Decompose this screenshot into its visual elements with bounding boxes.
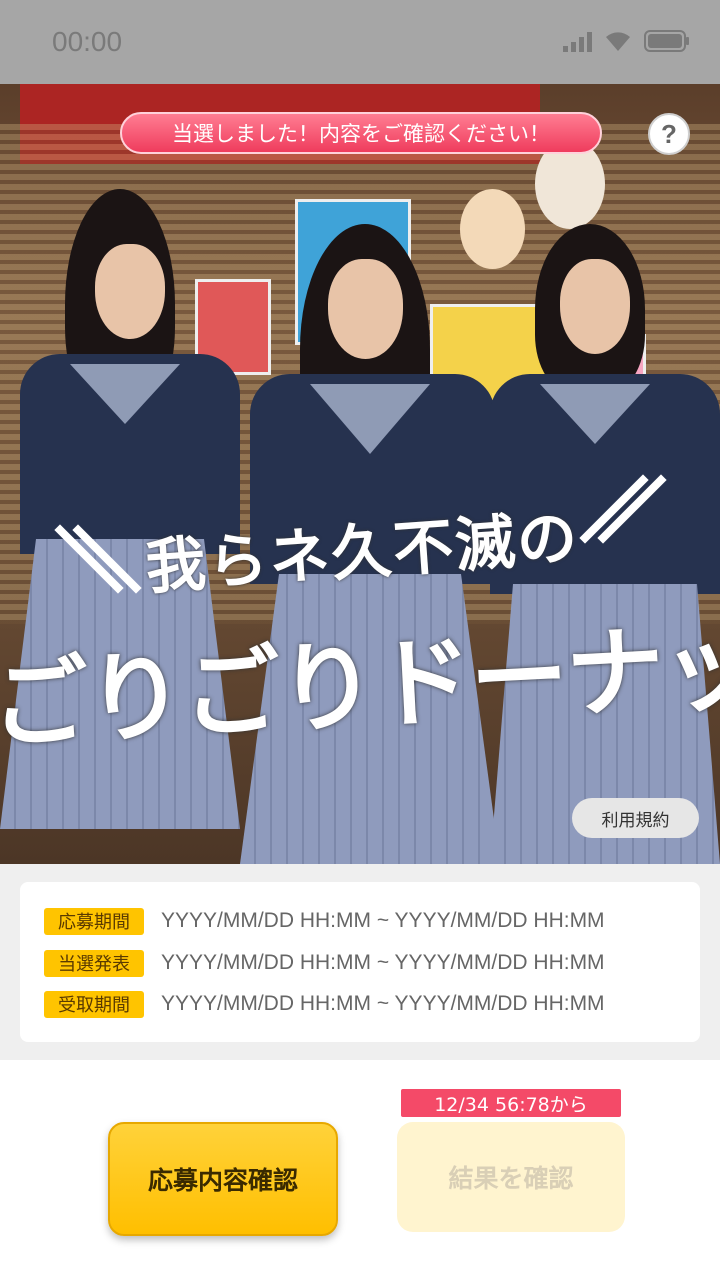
hero-image: 我らネ久不滅の ごりごりドーナッツ (0, 84, 720, 864)
schedule-section: 応募期間 YYYY/MM/DD HH:MM ~ YYYY/MM/DD HH:MM… (0, 864, 720, 1060)
schedule-row: 当選発表 YYYY/MM/DD HH:MM ~ YYYY/MM/DD HH:MM (44, 948, 605, 978)
schedule-value: YYYY/MM/DD HH:MM ~ YYYY/MM/DD HH:MM (161, 909, 605, 932)
schedule-label: 当選発表 (44, 949, 144, 977)
status-time: 00:00 (52, 26, 123, 57)
schedule-card: 応募期間 YYYY/MM/DD HH:MM ~ YYYY/MM/DD HH:MM… (20, 882, 700, 1042)
wifi-icon (604, 30, 632, 52)
status-icons (563, 30, 690, 52)
battery-icon (644, 30, 690, 52)
schedule-label: 応募期間 (44, 907, 144, 935)
signal-icon (563, 30, 592, 52)
check-result-button[interactable]: 結果を確認 (397, 1122, 625, 1232)
schedule-value: YYYY/MM/DD HH:MM ~ YYYY/MM/DD HH:MM (161, 951, 605, 974)
help-button[interactable]: ? (648, 113, 690, 155)
schedule-row: 受取期間 YYYY/MM/DD HH:MM ~ YYYY/MM/DD HH:MM (44, 989, 605, 1019)
action-bar: 応募内容確認 12/34 56:78から 結果を確認 (0, 1060, 720, 1280)
terms-button[interactable]: 利用規約 (572, 798, 699, 838)
schedule-value: YYYY/MM/DD HH:MM ~ YYYY/MM/DD HH:MM (161, 992, 605, 1015)
countdown-badge: 12/34 56:78から (401, 1089, 621, 1117)
confirm-entry-button[interactable]: 応募内容確認 (108, 1122, 338, 1236)
status-bar: 00:00 (0, 0, 720, 84)
announcement-pill: 当選しました！内容をご確認ください！ (120, 112, 602, 154)
schedule-row: 応募期間 YYYY/MM/DD HH:MM ~ YYYY/MM/DD HH:MM (44, 906, 605, 936)
schedule-label: 受取期間 (44, 990, 144, 1018)
person-right (490, 84, 720, 864)
